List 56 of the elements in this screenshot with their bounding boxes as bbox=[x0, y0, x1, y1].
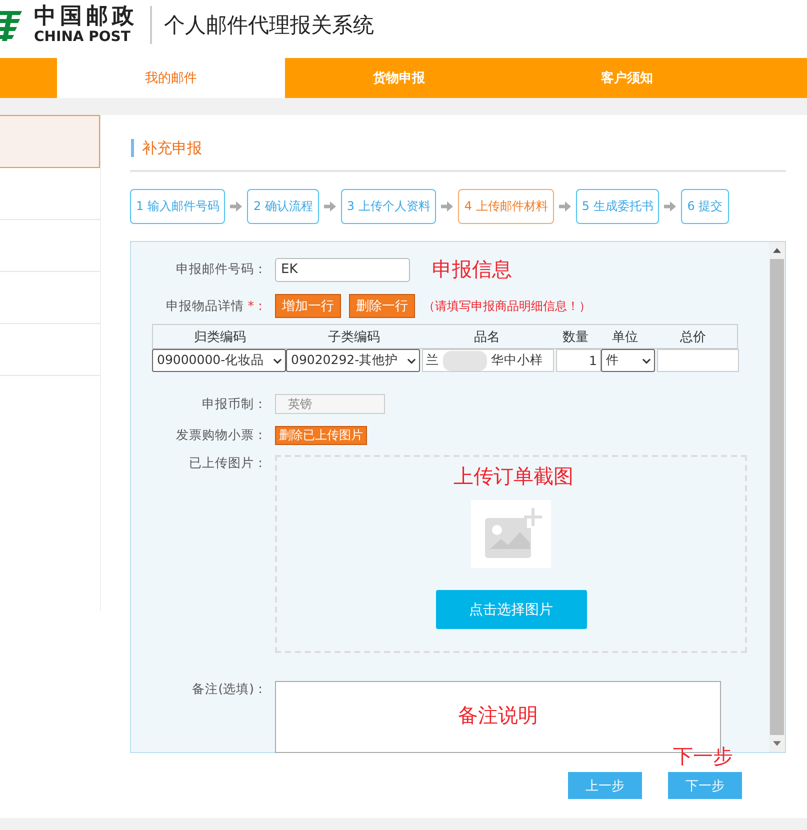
scroll-up-icon[interactable] bbox=[773, 248, 781, 253]
logo-english: CHINA POST bbox=[34, 30, 132, 44]
field-label: 已上传图片： bbox=[188, 455, 267, 472]
subcategory-select[interactable]: 09020292-其他护 bbox=[286, 349, 420, 372]
step-box: 5 生成委托书 bbox=[576, 189, 660, 224]
arrow-icon bbox=[230, 201, 242, 212]
category-select[interactable]: 09000000-化妆品 bbox=[152, 349, 286, 372]
total-price-field[interactable] bbox=[657, 349, 739, 372]
nav-tab[interactable]: 货物申报 bbox=[285, 58, 513, 98]
step-box: 4 上传邮件材料 bbox=[458, 189, 554, 224]
quantity-field[interactable]: 1 bbox=[556, 349, 601, 372]
row-button[interactable]: 删除一行 bbox=[349, 294, 415, 318]
choose-image-button[interactable]: 点击选择图片 bbox=[436, 590, 586, 629]
logo-chinese: 中国邮政 bbox=[34, 6, 138, 28]
step-button[interactable]: 上一步 bbox=[568, 772, 642, 799]
field-label: 申报邮件号码： bbox=[175, 261, 267, 278]
logo-icon bbox=[0, 8, 24, 42]
chevron-icon bbox=[273, 358, 282, 364]
column-header: 归类编码 bbox=[193, 328, 247, 346]
sidebar-item[interactable] bbox=[0, 115, 100, 168]
arrow-icon bbox=[558, 201, 571, 212]
row-button[interactable]: 增加一行 bbox=[275, 294, 341, 318]
add-image-icon bbox=[471, 500, 551, 568]
chevron-icon bbox=[407, 358, 416, 364]
step-box: 2 确认流程 bbox=[247, 189, 319, 224]
unit-select[interactable]: 件 bbox=[601, 349, 655, 372]
column-header: 单位 bbox=[611, 328, 639, 346]
column-header: 总价 bbox=[679, 328, 707, 346]
step-box: 1 输入邮件号码 bbox=[130, 189, 226, 224]
delete-image-button[interactable]: 删除已上传图片 bbox=[275, 426, 367, 445]
arrow-icon bbox=[324, 201, 336, 212]
step-box: 6 提交 bbox=[681, 189, 729, 224]
system-title: 个人邮件代理报关系统 bbox=[164, 12, 374, 39]
arrow-icon bbox=[664, 201, 676, 212]
hint-text: （请填写申报商品明细信息！） bbox=[423, 298, 591, 314]
section-title: 补充申报 bbox=[131, 139, 202, 157]
step-button[interactable]: 下一步 bbox=[668, 772, 742, 799]
annotation-text: 申报信息 bbox=[432, 256, 512, 283]
arrow-icon bbox=[441, 201, 454, 212]
annotation-text: 上传订单截图 bbox=[454, 463, 574, 490]
annotation-text: 备注说明 bbox=[458, 702, 538, 729]
product-name-field[interactable]: 兰 华中小样 bbox=[422, 349, 554, 372]
column-header: 品名 bbox=[473, 328, 501, 346]
nav-tab[interactable]: 客户须知 bbox=[513, 58, 741, 98]
scroll-down-icon[interactable] bbox=[773, 741, 781, 746]
field-label: 备注(选填)： bbox=[191, 681, 267, 698]
nav-tab[interactable]: 我的邮件 bbox=[57, 58, 285, 98]
scroll-thumb[interactable] bbox=[770, 259, 784, 735]
column-header: 数量 bbox=[562, 328, 590, 346]
step-box: 3 上传个人资料 bbox=[340, 189, 436, 224]
chevron-icon bbox=[642, 358, 651, 364]
field-label: 申报物品详情 *： bbox=[164, 298, 267, 314]
column-header: 子类编码 bbox=[327, 328, 381, 346]
field-label: 申报币制： bbox=[201, 396, 267, 412]
mail-number-field[interactable]: EK bbox=[275, 258, 410, 282]
field-label: 发票购物小票： bbox=[175, 427, 267, 444]
